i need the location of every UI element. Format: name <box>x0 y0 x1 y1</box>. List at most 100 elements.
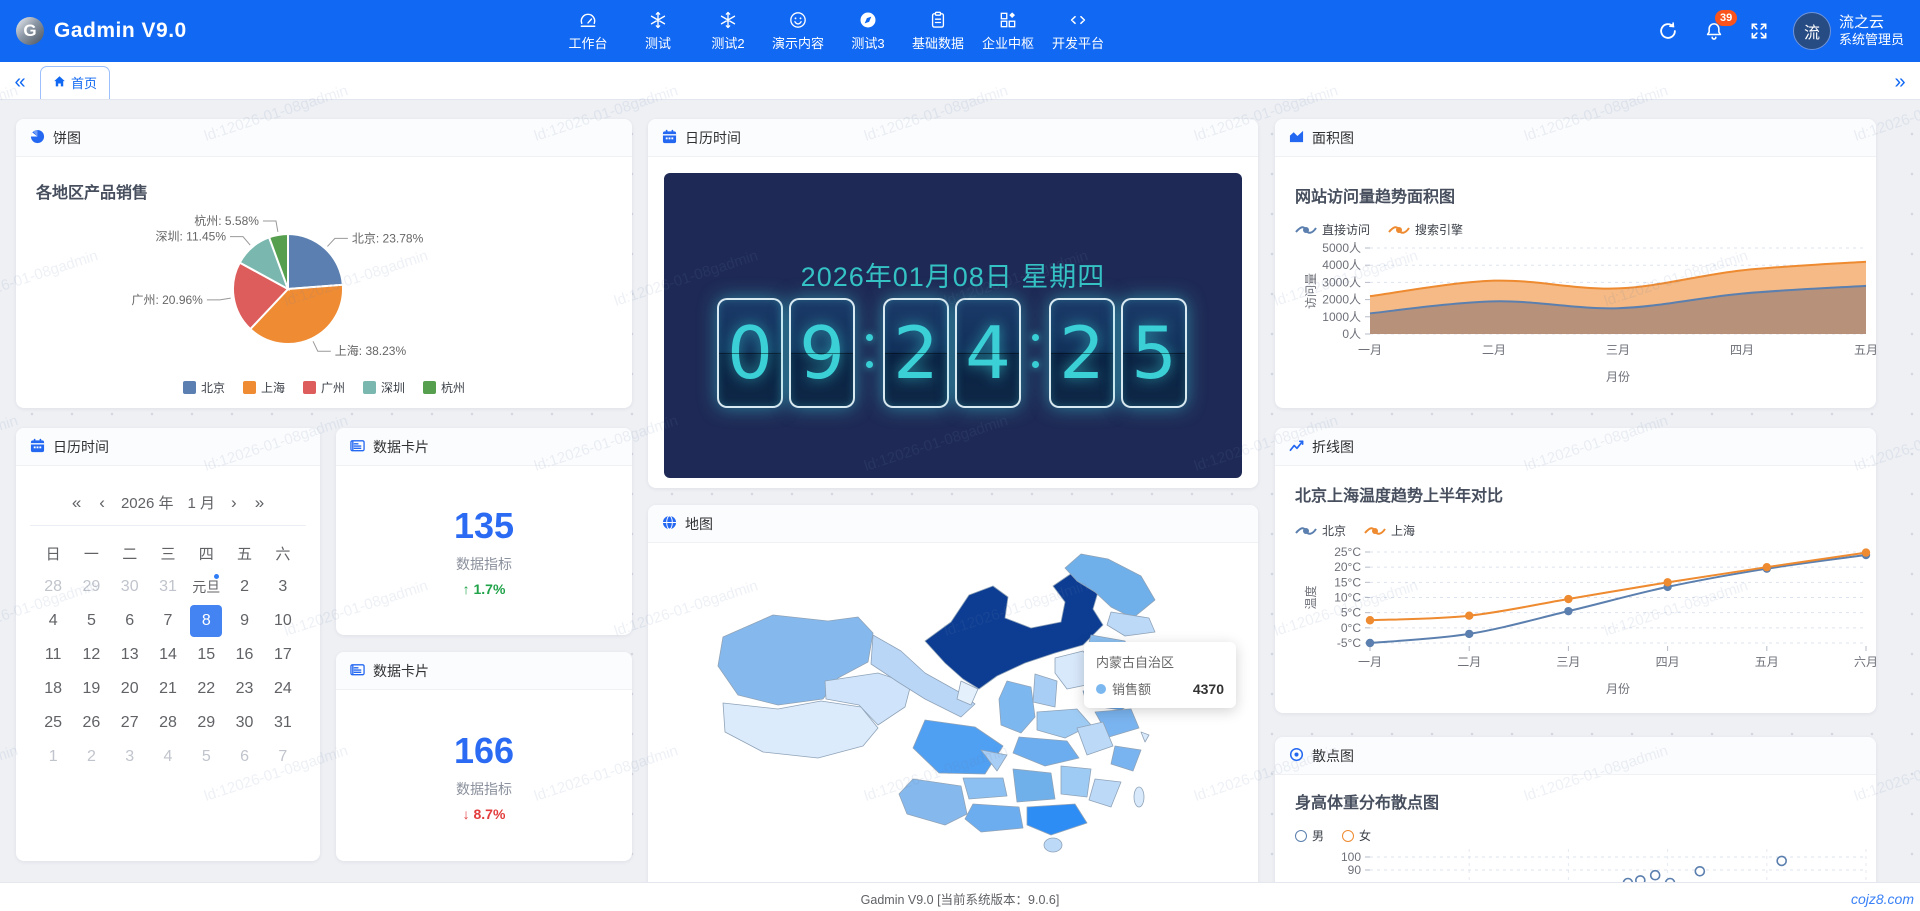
calendar-day-cell[interactable]: 21 <box>149 672 187 706</box>
calendar-day-cell[interactable]: 5 <box>72 604 110 638</box>
calendar-day-cell[interactable]: 28 <box>149 706 187 740</box>
panel-header-calendar: 日历时间 <box>16 428 320 466</box>
calendar-day-cell[interactable]: 6 <box>225 740 263 774</box>
tabs-scroll-right-icon[interactable]: » <box>1880 65 1920 99</box>
legend-item[interactable]: 深圳 <box>363 379 405 396</box>
data-card-icon <box>350 662 365 680</box>
pie-chart-panel: 饼图 各地区产品销售 北京: 23.78%上海: 38.23%广州: 20.96… <box>16 119 632 408</box>
fullscreen-icon[interactable] <box>1749 21 1769 41</box>
calendar-day-cell[interactable]: 31 <box>264 706 302 740</box>
line-chart-canvas[interactable]: -5°C0°C5°C10°C15°C20°C25°C一月二月三月四月五月六月月份… <box>1275 466 1876 713</box>
avatar: 流 <box>1793 12 1831 50</box>
calendar-day-cell[interactable]: 30 <box>111 570 149 604</box>
map-tooltip-region: 内蒙古自治区 <box>1096 652 1224 671</box>
svg-text:一月: 一月 <box>1358 343 1382 357</box>
calendar-next-month-icon[interactable]: › <box>229 493 239 513</box>
svg-text:15°C: 15°C <box>1334 575 1361 589</box>
calendar-day-cell[interactable]: 10 <box>264 604 302 638</box>
svg-text:深圳: 11.45%: 深圳: 11.45% <box>156 230 227 244</box>
nav-item-test2[interactable]: 测试2 <box>696 6 760 56</box>
calendar-day-cell[interactable]: 8 <box>187 604 225 638</box>
calendar-day-cell[interactable]: 4 <box>149 740 187 774</box>
nav-item-demo-content[interactable]: 演示内容 <box>766 6 830 56</box>
legend-item[interactable]: 北京 <box>183 379 225 396</box>
calendar-day-cell[interactable]: 1 <box>34 740 72 774</box>
legend-item[interactable]: 杭州 <box>423 379 465 396</box>
calendar-day-cell[interactable]: 29 <box>72 570 110 604</box>
svg-text:三月: 三月 <box>1606 343 1630 357</box>
nav-item-base-data[interactable]: 基础数据 <box>906 6 970 56</box>
tab-home[interactable]: 首页 <box>40 66 110 99</box>
calendar-day-cell[interactable]: 2 <box>225 570 263 604</box>
calendar-day-cell[interactable]: 14 <box>149 638 187 672</box>
calendar-day-cell[interactable]: 31 <box>149 570 187 604</box>
calendar-day-cell[interactable]: 7 <box>264 740 302 774</box>
svg-text:三月: 三月 <box>1556 655 1580 669</box>
refresh-icon[interactable] <box>1657 20 1679 42</box>
calendar-day-cell[interactable]: 27 <box>111 706 149 740</box>
site-watermark-link[interactable]: cojz8.com <box>1851 891 1914 907</box>
area-chart-canvas[interactable]: 0人1000人2000人3000人4000人5000人一月二月三月四月五月月份访… <box>1275 157 1876 408</box>
calendar-day-cell[interactable]: 12 <box>72 638 110 672</box>
calendar-day-cell[interactable]: 元旦 <box>187 570 225 604</box>
svg-text:二月: 二月 <box>1457 655 1481 669</box>
calendar-prev-month-icon[interactable]: ‹ <box>97 493 107 513</box>
calendar-day-cell[interactable]: 6 <box>111 604 149 638</box>
calendar-day-cell[interactable]: 23 <box>225 672 263 706</box>
calendar-day-cell[interactable]: 7 <box>149 604 187 638</box>
calendar-day-cell[interactable]: 22 <box>187 672 225 706</box>
clock-digit-card-flipping: 5 <box>1121 298 1187 408</box>
user-menu[interactable]: 流 流之云 系统管理员 <box>1793 12 1904 50</box>
svg-text:100: 100 <box>1341 850 1361 864</box>
app-logo-icon: G <box>16 17 44 45</box>
svg-text:五月: 五月 <box>1854 343 1876 357</box>
calendar-day-cell[interactable]: 28 <box>34 570 72 604</box>
nav-item-enterprise-hub[interactable]: 企业中枢 <box>976 6 1040 56</box>
data-card-icon <box>350 438 365 456</box>
calendar-day-cell[interactable]: 25 <box>34 706 72 740</box>
flip-clock: 2026年01月08日 星期四 0 9 2 4 2 5 <box>664 173 1242 478</box>
calendar-day-cell[interactable]: 9 <box>225 604 263 638</box>
legend-item[interactable]: 广州 <box>303 379 345 396</box>
nav-item-test3[interactable]: 测试3 <box>836 6 900 56</box>
notification-bell-icon[interactable]: 39 <box>1703 20 1725 42</box>
calendar-day-cell[interactable]: 17 <box>264 638 302 672</box>
panel-header-card2: 数据卡片 <box>336 652 632 690</box>
calendar-day-cell[interactable]: 3 <box>264 570 302 604</box>
nav-item-dev-platform[interactable]: 开发平台 <box>1046 6 1110 56</box>
calendar-day-cell[interactable]: 30 <box>225 706 263 740</box>
svg-text:90: 90 <box>1348 863 1362 877</box>
calendar-day-cell[interactable]: 29 <box>187 706 225 740</box>
main-content: 饼图 各地区产品销售 北京: 23.78%上海: 38.23%广州: 20.96… <box>0 100 1920 883</box>
scatter-chart-canvas[interactable]: 10090 <box>1275 839 1876 883</box>
calendar-day-cell[interactable]: 24 <box>264 672 302 706</box>
calendar-day-cell[interactable]: 19 <box>72 672 110 706</box>
pie-chart-canvas[interactable]: 北京: 23.78%上海: 38.23%广州: 20.96%深圳: 11.45%… <box>16 195 632 395</box>
svg-text:0人: 0人 <box>1342 327 1361 341</box>
compass-icon <box>858 10 878 30</box>
calendar-day-cell[interactable]: 3 <box>111 740 149 774</box>
china-map-canvas[interactable] <box>648 543 1258 883</box>
calendar-prev-year-icon[interactable]: « <box>70 493 83 513</box>
calendar-day-cell[interactable]: 18 <box>34 672 72 706</box>
calendar-day-cell[interactable]: 26 <box>72 706 110 740</box>
calendar-day-cell[interactable]: 16 <box>225 638 263 672</box>
calendar-day-cell[interactable]: 13 <box>111 638 149 672</box>
calendar-day-cell[interactable]: 5 <box>187 740 225 774</box>
calendar-next-year-icon[interactable]: » <box>253 493 266 513</box>
calendar-day-cell[interactable]: 11 <box>34 638 72 672</box>
top-right-tools: 39 流 流之云 系统管理员 <box>1657 12 1904 50</box>
svg-text:访问量: 访问量 <box>1304 273 1318 309</box>
tabs-scroll-left-icon[interactable]: « <box>0 65 40 99</box>
nav-item-test[interactable]: 测试 <box>626 6 690 56</box>
legend-item[interactable]: 上海 <box>243 379 285 396</box>
calendar-day-cell[interactable]: 2 <box>72 740 110 774</box>
pie-legend[interactable]: 北京 上海 广州 深圳 杭州 <box>16 379 632 396</box>
calendar-year: 2026 年 <box>121 492 174 513</box>
calendar-day-cell[interactable]: 15 <box>187 638 225 672</box>
nav-item-workbench[interactable]: 工作台 <box>556 6 620 56</box>
calendar-day-cell[interactable]: 4 <box>34 604 72 638</box>
calendar-icon <box>662 129 677 147</box>
calendar-day-cell[interactable]: 20 <box>111 672 149 706</box>
brand: G Gadmin V9.0 <box>16 17 556 45</box>
